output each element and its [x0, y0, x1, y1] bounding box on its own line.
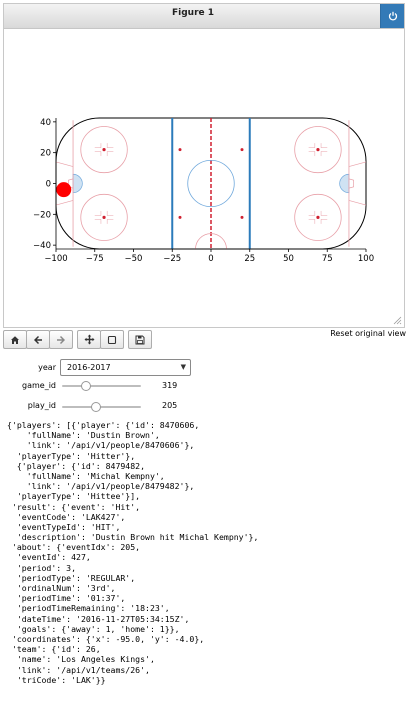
save-button[interactable] [128, 330, 152, 349]
trapezoid-line [348, 161, 367, 167]
faceoff-dot [316, 215, 320, 220]
faceoff-dot [102, 147, 106, 152]
output-line: 'dateTime': '2016-11-27T05:34:15Z', [7, 613, 190, 624]
output-line: 'about': {'eventIdx': 205, [7, 542, 141, 553]
power-icon [388, 11, 397, 21]
rink-drawing [55, 117, 367, 250]
faceoff-dot [102, 215, 106, 220]
play-id-slider-handle[interactable] [90, 402, 101, 412]
figure-titlebar: Figure 1 [4, 4, 404, 29]
x-tick-label: −100 [44, 254, 67, 264]
output-line: 'coordinates': {'x': -95.0, 'y': -4.0}, [7, 633, 205, 644]
x-tick-label: −75 [86, 254, 104, 264]
output-line: 'playerType': 'Hitter'}, [7, 450, 136, 461]
forward-button[interactable] [49, 330, 73, 349]
output-line: 'link': '/api/v1/people/8470606'}, [7, 440, 195, 451]
output-line: 'team': {'id': 26, [7, 644, 101, 655]
square-icon [107, 335, 117, 344]
output-line: 'period': 3, [7, 562, 77, 573]
plot-axes: −100 −75 −50 −25 0 25 50 75 100 −40 −20 0 20 40 [33, 118, 374, 264]
year-select-value: 2016-2017 [67, 363, 111, 372]
neutral-zone-dot [178, 215, 182, 219]
home-icon [11, 335, 19, 344]
output-line: 'triCode': 'LAK'}} [7, 674, 106, 685]
year-select[interactable]: 2016-2017 ▼ [60, 359, 191, 376]
neutral-zone-dot [178, 148, 182, 152]
arrow-right-icon [57, 335, 65, 344]
y-tick-label: 0 [46, 180, 51, 190]
output-line: 'periodTimeRemaining': '18:23', [7, 603, 170, 614]
output-line: 'eventId': 427, [7, 552, 91, 563]
event-point [56, 182, 72, 198]
y-tick-label: 40 [40, 118, 51, 128]
neutral-zone-dot [240, 148, 244, 152]
play-id-label: play_id [27, 401, 56, 410]
output-line: 'eventCode': 'LAK427', [7, 511, 126, 522]
output-line: 'playerType': 'Hittee'}], [7, 491, 141, 502]
figure-toolbar [3, 330, 152, 350]
x-tick-label: 25 [244, 254, 255, 264]
output-line: 'link': '/api/v1/people/8479482'}, [7, 481, 195, 492]
y-tick-label: −40 [33, 241, 51, 251]
goal-net [348, 178, 354, 189]
output-line: 'link': '/api/v1/teams/26', [7, 664, 150, 675]
move-icon [84, 334, 94, 345]
x-tick-label: 75 [322, 254, 333, 264]
output-line: 'fullName': 'Michal Kempny', [7, 470, 165, 481]
trapezoid-line [55, 161, 74, 167]
back-button[interactable] [26, 330, 50, 349]
pan-button[interactable] [77, 330, 101, 349]
rink-plot[interactable]: −100 −75 −50 −25 0 25 50 75 100 −40 −20 0 20 40 [4, 29, 404, 329]
output-line: 'description': 'Dustin Brown hit Michal … [7, 532, 259, 543]
power-button[interactable] [380, 4, 404, 28]
resize-grip-icon[interactable] [393, 316, 402, 325]
play-json-output: {'players': [{'player': {'id': 8470606, … [7, 420, 258, 685]
x-tick-label: 50 [283, 254, 294, 264]
scatter-points [56, 182, 72, 198]
arrow-left-icon [34, 335, 42, 344]
trapezoid-line [55, 200, 74, 206]
y-tick-label: 20 [40, 149, 51, 159]
faceoff-dot [316, 147, 320, 152]
game-id-label: game_id [22, 381, 56, 390]
goal-crease [339, 173, 350, 194]
game-id-slider-track[interactable] [62, 385, 141, 387]
output-line: 'name': 'Los Angeles Kings', [7, 654, 155, 665]
output-line: 'goals': {'away': 1, 'home': 1}}, [7, 623, 180, 634]
play-id-value: 205 [162, 401, 178, 410]
figure-panel: Figure 1 −100 −75 −50 −25 0 25 50 75 100 −40 −20 0 2… [3, 3, 405, 328]
output-line: {'player': {'id': 8479482, [7, 460, 146, 471]
output-line: 'eventTypeId': 'HIT', [7, 521, 121, 532]
output-line: 'periodType': 'REGULAR', [7, 572, 136, 583]
output-line: 'fullName': 'Dustin Brown', [7, 430, 160, 441]
year-label: year [38, 363, 56, 372]
goal-crease [72, 173, 83, 194]
x-tick-label: 100 [358, 254, 374, 264]
neutral-zone-dot [240, 215, 244, 219]
output-line: 'result': {'event': 'Hit', [7, 501, 141, 512]
game-id-value: 319 [162, 381, 178, 390]
zoom-button[interactable] [100, 330, 124, 349]
output-line: 'ordinalNum': '3rd', [7, 583, 116, 593]
trapezoid-line [348, 200, 367, 206]
output-line: {'players': [{'player': {'id': 8470606, [7, 420, 200, 430]
reset-original-view-label: Reset original view [330, 329, 406, 338]
home-button[interactable] [3, 330, 27, 349]
play-id-slider-track[interactable] [62, 406, 141, 408]
chevron-down-icon: ▼ [180, 363, 186, 371]
output-line: 'periodTime': '01:37', [7, 593, 126, 604]
game-id-slider-handle[interactable] [80, 381, 91, 391]
y-tick-label: −20 [33, 210, 51, 220]
x-tick-label: −25 [163, 254, 181, 264]
figure-title: Figure 1 [171, 8, 215, 18]
floppy-disk-icon [135, 335, 145, 344]
x-tick-label: 0 [208, 254, 213, 264]
x-tick-label: −50 [125, 254, 143, 264]
